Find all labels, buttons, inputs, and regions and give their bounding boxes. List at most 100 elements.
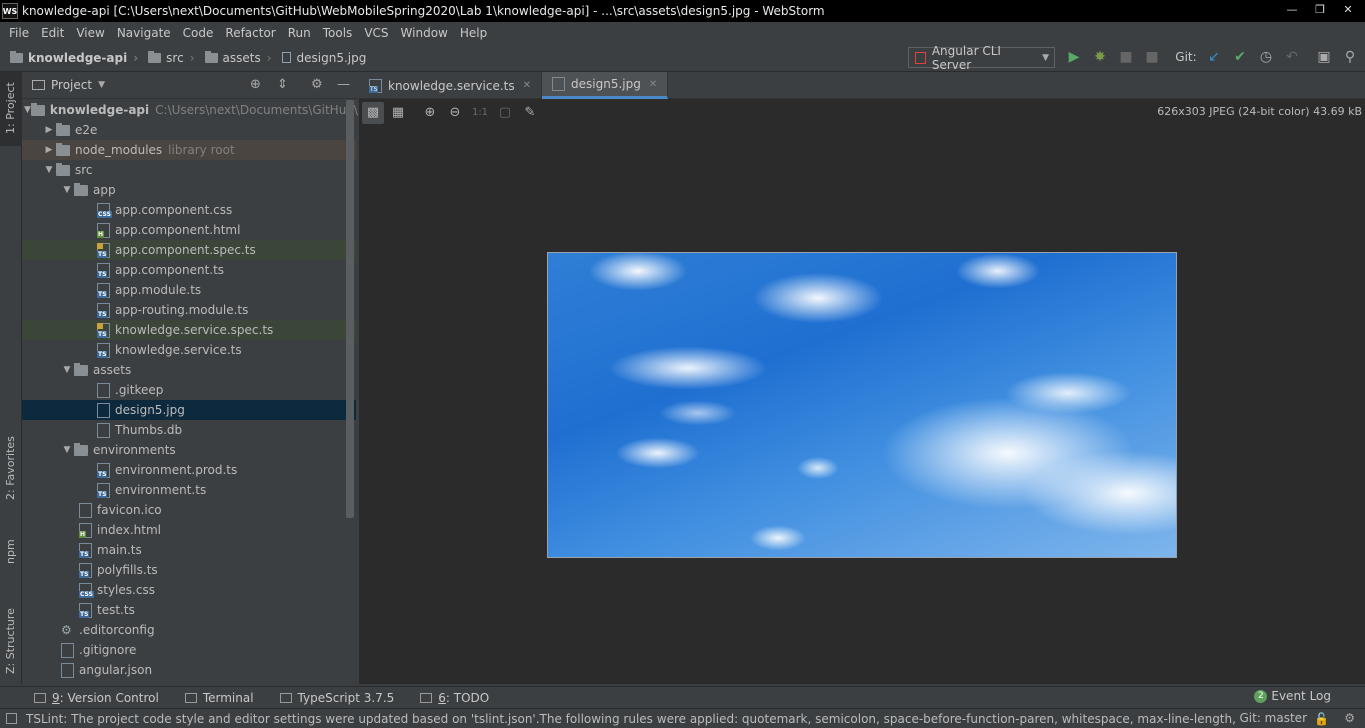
breadcrumb-assets[interactable]: assets › — [204, 50, 272, 65]
git-branch[interactable]: Git: master — [1239, 711, 1307, 725]
restore-button[interactable]: ❐ — [1307, 0, 1333, 18]
tab-knowledge-service[interactable]: TS knowledge.service.ts ✕ — [359, 72, 543, 99]
run-icon[interactable]: ▶ — [1066, 49, 1082, 65]
rollback-icon[interactable]: ↶ — [1284, 49, 1300, 65]
gear-icon[interactable]: ⚙ — [311, 77, 323, 92]
menu-file[interactable]: File — [3, 26, 35, 40]
coverage-icon[interactable]: ■ — [1118, 49, 1134, 65]
search-icon[interactable]: ⚲ — [1342, 49, 1358, 65]
menu-help[interactable]: Help — [454, 26, 493, 40]
tree-item[interactable]: ▼ environments — [22, 440, 356, 460]
tree-item[interactable]: ▶ node_modules library root — [22, 140, 356, 160]
tree-item-label: app.component.css — [115, 203, 233, 217]
tool-windows-toggle-icon[interactable] — [6, 713, 17, 724]
menu-edit[interactable]: Edit — [35, 26, 70, 40]
breadcrumb-label: assets — [222, 50, 261, 65]
hide-icon[interactable]: — — [337, 77, 350, 92]
tree-item[interactable]: ▼ assets — [22, 360, 356, 380]
fit-zoom-icon[interactable]: ▢ — [494, 102, 516, 124]
expanded-arrow-icon: ▼ — [63, 365, 71, 375]
typescript-button[interactable]: TypeScript 3.7.5 — [279, 691, 394, 705]
tree-item[interactable]: TS app.component.spec.ts — [22, 240, 356, 260]
tree-item[interactable]: TS test.ts — [22, 600, 356, 620]
lock-icon[interactable]: 🔓 — [1314, 712, 1329, 726]
tree-item[interactable]: TS main.ts — [22, 540, 356, 560]
breadcrumb-file[interactable]: design5.jpg — [281, 51, 366, 65]
breadcrumb-src[interactable]: src › — [148, 50, 195, 65]
version-control-button[interactable]: 9: Version Control — [34, 691, 159, 705]
todo-button[interactable]: 6: TODO — [420, 691, 489, 705]
tab-favorites[interactable]: 2: Favorites — [0, 436, 22, 520]
menu-vcs[interactable]: VCS — [358, 26, 394, 40]
tree-scrollbar[interactable] — [346, 100, 354, 518]
tree-item[interactable]: TS knowledge.service.ts — [22, 340, 356, 360]
status-message[interactable]: TSLint: The project code style and edito… — [26, 712, 1236, 726]
color-picker-icon[interactable]: ✎ — [519, 102, 541, 124]
debug-icon[interactable]: ✸ — [1092, 49, 1108, 65]
image-file-icon — [97, 402, 110, 418]
tree-item[interactable]: H index.html — [22, 520, 356, 540]
tree-item[interactable]: TS environment.ts — [22, 480, 356, 500]
menu-navigate[interactable]: Navigate — [111, 26, 177, 40]
locate-icon[interactable]: ⊕ — [250, 77, 261, 92]
terminal-button[interactable]: Terminal — [184, 691, 254, 705]
tree-item[interactable]: TS app.module.ts — [22, 280, 356, 300]
chessboard-background-icon[interactable]: ▩ — [362, 101, 384, 124]
tab-structure[interactable]: Z: Structure — [0, 594, 22, 684]
menu-tools[interactable]: Tools — [317, 26, 359, 40]
close-icon[interactable]: ✕ — [649, 79, 657, 90]
menu-run[interactable]: Run — [282, 26, 317, 40]
tree-item[interactable]: TS app-routing.module.ts — [22, 300, 356, 320]
tab-design5[interactable]: design5.jpg ✕ — [542, 72, 669, 99]
tree-item[interactable]: .gitkeep — [22, 380, 356, 400]
tree-item[interactable]: CSS styles.css — [22, 580, 356, 600]
tree-item[interactable]: .gitignore — [22, 640, 356, 660]
tree-item[interactable]: ⚙ .editorconfig — [22, 620, 356, 640]
tab-project[interactable]: 1: Project — [0, 72, 22, 146]
folder-icon — [10, 50, 23, 63]
typescript-file-icon: TS — [369, 78, 382, 93]
tree-item[interactable]: TS polyfills.ts — [22, 560, 356, 580]
tree-item[interactable]: Thumbs.db — [22, 420, 356, 440]
menu-refactor[interactable]: Refactor — [219, 26, 281, 40]
project-view-select[interactable]: Project ▼ — [32, 78, 105, 92]
tree-item-label: src — [75, 163, 93, 177]
collapse-all-icon[interactable]: ⇕ — [277, 77, 288, 92]
close-button[interactable]: ✕ — [1335, 0, 1361, 18]
menu-code[interactable]: Code — [177, 26, 220, 40]
minimize-button[interactable]: — — [1279, 0, 1305, 18]
tree-item[interactable]: ▼ app — [22, 180, 356, 200]
git-commit-icon[interactable]: ✔ — [1232, 49, 1248, 65]
event-log-button[interactable]: 2 Event Log — [1254, 689, 1331, 703]
run-configuration-select[interactable]: Angular CLI Server ▼ — [908, 44, 1055, 72]
zoom-out-icon[interactable]: ⊖ — [444, 102, 466, 124]
grid-icon[interactable]: ▦ — [387, 102, 409, 124]
inspector-icon[interactable]: ⚙ — [1344, 711, 1355, 725]
status-bar: TSLint: The project code style and edito… — [0, 708, 1365, 728]
tree-item[interactable]: H app.component.html — [22, 220, 356, 240]
actual-size-button[interactable]: 1:1 — [469, 102, 491, 124]
breadcrumb-project[interactable]: knowledge-api › — [10, 50, 138, 65]
tree-item-selected[interactable]: design5.jpg — [22, 400, 356, 420]
tree-item[interactable]: ▼ knowledge-api C:\Users\next\Documents\… — [22, 100, 358, 120]
tree-item[interactable]: TS knowledge.service.spec.ts — [22, 320, 356, 340]
zoom-in-icon[interactable]: ⊕ — [419, 102, 441, 124]
tree-item[interactable]: TS environment.prod.ts — [22, 460, 356, 480]
tree-item[interactable]: angular.json — [22, 660, 356, 680]
git-update-icon[interactable]: ↙ — [1206, 49, 1222, 65]
menu-window[interactable]: Window — [395, 26, 454, 40]
menu-view[interactable]: View — [70, 26, 110, 40]
presentation-icon[interactable]: ▣ — [1316, 49, 1332, 65]
close-icon[interactable]: ✕ — [523, 80, 531, 91]
tab-npm[interactable]: npm — [0, 534, 22, 578]
stop-icon[interactable]: ■ — [1144, 49, 1160, 65]
tree-item[interactable]: ▼ src — [22, 160, 356, 180]
tool-label: : Version Control — [59, 690, 159, 705]
breadcrumb-label: src — [166, 50, 184, 65]
tree-item[interactable]: CSS app.component.css — [22, 200, 356, 220]
tree-item[interactable]: TS app.component.ts — [22, 260, 356, 280]
history-icon[interactable]: ◷ — [1258, 49, 1274, 65]
chevron-down-icon: ▼ — [98, 80, 105, 90]
tree-item[interactable]: favicon.ico — [22, 500, 356, 520]
tree-item[interactable]: ▶ e2e — [22, 120, 356, 140]
